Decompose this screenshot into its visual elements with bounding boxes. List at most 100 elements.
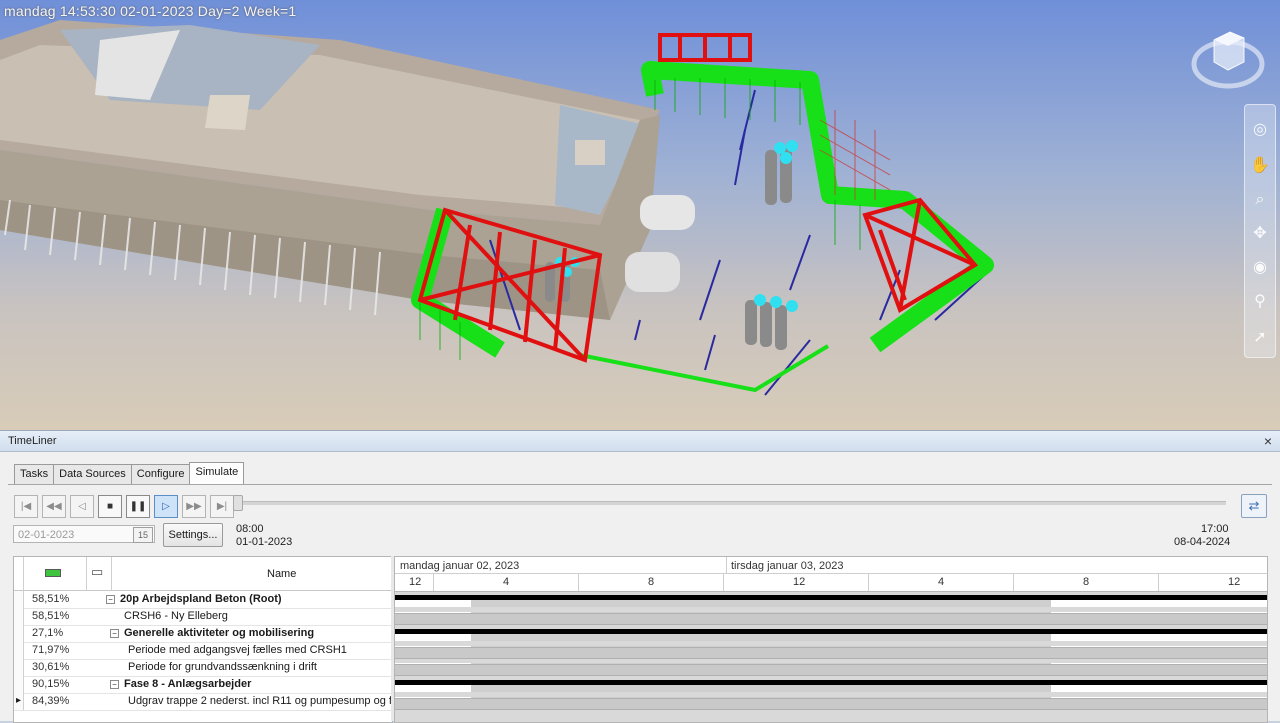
- task-row[interactable]: 90,15% − Fase 8 - Anlægsarbejder: [14, 676, 392, 694]
- gantt-row: [395, 643, 1267, 660]
- current-row-indicator[interactable]: ▸: [14, 693, 24, 710]
- timeline-slider-thumb[interactable]: [233, 495, 243, 511]
- task-row[interactable]: ▸ 84,39% Udgrav trappe 2 nederst. incl R11…: [14, 693, 392, 711]
- step-forward-button[interactable]: ▶▶: [182, 495, 206, 518]
- gantt-row: [395, 626, 1267, 643]
- simulation-status-text: mandag 14:53:30 02-01-2023 Day=2 Week=1: [4, 3, 297, 19]
- look-icon[interactable]: ◉: [1249, 257, 1271, 279]
- name-column-header[interactable]: Name: [112, 557, 392, 591]
- task-progress-percent: 58,51%: [32, 610, 70, 622]
- summary-task-bar[interactable]: [395, 680, 1267, 685]
- pause-button[interactable]: ❚❚: [126, 495, 150, 518]
- task-grid: ▭ Name 58,51% −20p Arbejdspland Beton (Ro…: [13, 556, 393, 723]
- tab-data-sources[interactable]: Data Sources: [53, 464, 132, 484]
- tab-strip: Tasks Data Sources Configure Simulate: [14, 462, 245, 484]
- gantt-day-label: mandag januar 02, 2023: [400, 560, 520, 572]
- task-row[interactable]: 58,51% −20p Arbejdspland Beton (Root): [14, 591, 392, 609]
- zoom-window-icon[interactable]: ⌕: [1249, 189, 1271, 211]
- gantt-hour-label: 8: [1083, 576, 1090, 588]
- task-row[interactable]: 71,97% Periode med adgangsvej fælles med …: [14, 642, 392, 660]
- gantt-day-label: tirsdag januar 03, 2023: [731, 560, 844, 572]
- navigation-bar: ◎ ✋ ⌕ ✥ ◉ ⚲ ➚: [1244, 104, 1276, 358]
- task-progress-percent: 58,51%: [32, 593, 70, 605]
- step-back-button[interactable]: ◀◀: [42, 495, 66, 518]
- name-column-label: Name: [267, 568, 297, 580]
- close-button[interactable]: ×: [1264, 433, 1272, 449]
- select-icon[interactable]: ➚: [1249, 327, 1271, 349]
- tab-simulate[interactable]: Simulate: [189, 462, 245, 484]
- task-progress-percent: 84,39%: [32, 695, 70, 707]
- task-progress-percent: 27,1%: [32, 627, 64, 639]
- task-progress-percent: 30,61%: [32, 661, 70, 673]
- gantt-row: [395, 677, 1267, 694]
- task-name: Udgrav trappe 2 nederst. incl R11 og pum…: [128, 695, 393, 707]
- gantt-hour-label: 8: [648, 576, 655, 588]
- walk-icon[interactable]: ⚲: [1249, 291, 1271, 313]
- row-selector[interactable]: [14, 625, 24, 642]
- panel-title: TimeLiner: [8, 435, 57, 447]
- task-name: CRSH6 - Ny Elleberg: [124, 610, 228, 622]
- summary-task-bar[interactable]: [395, 629, 1267, 634]
- play-backward-button[interactable]: ◁: [70, 495, 94, 518]
- gantt-chart: mandag januar 02, 2023 tirsdag januar 03…: [394, 556, 1268, 723]
- status-column-header[interactable]: [24, 557, 87, 591]
- task-progress-percent: 90,15%: [32, 678, 70, 690]
- gantt-hour-label: 12: [793, 576, 806, 588]
- row-selector[interactable]: [14, 676, 24, 693]
- task-row[interactable]: 27,1% − Generelle aktiviteter og mobiliser…: [14, 625, 392, 643]
- gantt-row: [395, 609, 1267, 626]
- row-selector[interactable]: [14, 608, 24, 625]
- playback-controls: |◀ ◀◀ ◁ ■ ❚❚ ▷ ▶▶ ▶|: [14, 495, 238, 518]
- stop-button[interactable]: ■: [98, 495, 122, 518]
- task-row[interactable]: 30,61% Periode for grundvandssænkning i d…: [14, 659, 392, 677]
- task-bar[interactable]: [395, 647, 1267, 659]
- task-row[interactable]: 58,51% CRSH6 - Ny Elleberg: [14, 608, 392, 626]
- task-progress-percent: 71,97%: [32, 644, 70, 656]
- task-bar[interactable]: [395, 664, 1267, 676]
- tab-configure[interactable]: Configure: [130, 464, 191, 484]
- summary-task-bar[interactable]: [395, 595, 1267, 600]
- gantt-hour-label: 4: [938, 576, 945, 588]
- task-bar[interactable]: [395, 613, 1267, 625]
- gantt-row: [395, 660, 1267, 677]
- row-selector[interactable]: [14, 591, 24, 608]
- tab-divider: [8, 484, 1272, 485]
- calendar-icon[interactable]: 15: [133, 527, 153, 543]
- comment-icon: ▭: [91, 564, 104, 579]
- 3d-viewport[interactable]: mandag 14:53:30 02-01-2023 Day=2 Week=1 …: [0, 0, 1280, 430]
- task-name: Generelle aktiviteter og mobilisering: [124, 627, 315, 639]
- pan-icon[interactable]: ✋: [1249, 155, 1271, 177]
- row-selector[interactable]: [14, 642, 24, 659]
- play-button[interactable]: ▷: [154, 495, 178, 518]
- timeliner-panel: TimeLiner × Tasks Data Sources Configure…: [0, 430, 1280, 723]
- start-date: 01-01-2023: [236, 536, 293, 548]
- gantt-hour-label: 4: [503, 576, 510, 588]
- task-name: Periode for grundvandssænkning i drift: [128, 661, 317, 673]
- task-bar[interactable]: [395, 698, 1267, 710]
- end-date: 08-04-2024: [1174, 536, 1231, 548]
- row-header-cell: [14, 557, 24, 591]
- rewind-to-start-button[interactable]: |◀: [14, 495, 38, 518]
- construction-model-scene: [0, 20, 994, 396]
- collapse-toggle-icon[interactable]: −: [110, 680, 119, 689]
- viewcube-icon[interactable]: [1190, 18, 1266, 94]
- timeline-slider-track[interactable]: [236, 501, 1226, 505]
- forward-to-end-button[interactable]: ▶|: [210, 495, 234, 518]
- gantt-row: [395, 694, 1267, 711]
- tab-tasks[interactable]: Tasks: [14, 464, 55, 484]
- orbit-icon[interactable]: ✥: [1249, 223, 1271, 245]
- steering-wheel-icon[interactable]: ◎: [1249, 119, 1271, 141]
- collapse-toggle-icon[interactable]: −: [106, 595, 115, 604]
- export-animation-button[interactable]: ⇄: [1241, 494, 1267, 518]
- panel-titlebar: TimeLiner ×: [0, 431, 1280, 452]
- collapse-toggle-icon[interactable]: −: [110, 629, 119, 638]
- progress-bar-icon: [45, 569, 61, 577]
- gantt-row: [395, 592, 1267, 609]
- row-selector[interactable]: [14, 659, 24, 676]
- end-time: 17:00: [1201, 523, 1229, 535]
- task-name: 20p Arbejdspland Beton (Root): [120, 593, 282, 605]
- task-name: Fase 8 - Anlægsarbejder: [124, 678, 252, 690]
- gantt-hour-label: 12: [409, 576, 422, 588]
- comments-column-header[interactable]: ▭: [87, 557, 112, 591]
- settings-button[interactable]: Settings...: [163, 523, 223, 547]
